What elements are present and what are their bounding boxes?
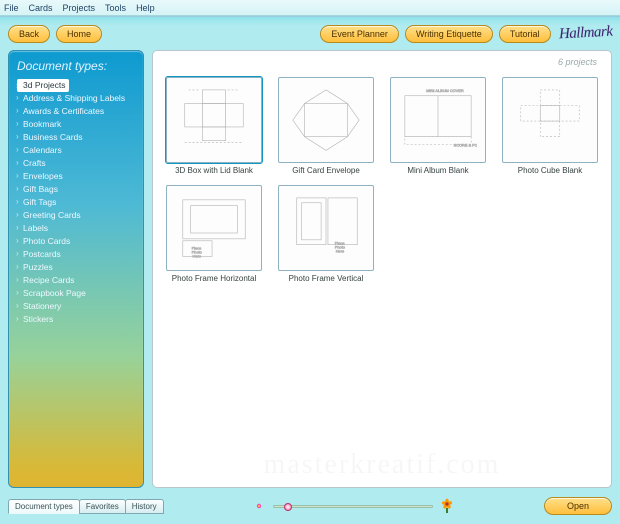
event-planner-button[interactable]: Event Planner bbox=[320, 25, 399, 43]
project-card[interactable]: 3D Box with Lid Blank bbox=[163, 77, 265, 175]
sidebar: Document types: 3d ProjectsAddress & Shi… bbox=[8, 50, 144, 488]
project-thumbnail[interactable]: MINI ALBUM COVER SCORE & FOLD bbox=[390, 77, 486, 163]
zoom-knob[interactable] bbox=[284, 503, 292, 511]
category-item[interactable]: Scrapbook Page bbox=[17, 287, 137, 300]
project-caption: 3D Box with Lid Blank bbox=[175, 166, 253, 175]
flower-large-icon bbox=[439, 498, 455, 514]
category-item[interactable]: Photo Cards bbox=[17, 235, 137, 248]
category-item[interactable]: Address & Shipping Labels bbox=[17, 92, 137, 105]
project-thumbnail[interactable] bbox=[166, 77, 262, 163]
bottom-tab[interactable]: Favorites bbox=[79, 499, 126, 514]
zoom-slider[interactable] bbox=[163, 498, 544, 514]
project-thumbnail[interactable]: Place Photo Here bbox=[278, 185, 374, 271]
category-list: 3d ProjectsAddress & Shipping LabelsAwar… bbox=[17, 79, 137, 326]
flower-small-icon bbox=[251, 498, 267, 514]
category-item[interactable]: Envelopes bbox=[17, 170, 137, 183]
open-button[interactable]: Open bbox=[544, 497, 612, 515]
category-item[interactable]: 3d Projects bbox=[17, 79, 69, 92]
project-caption: Mini Album Blank bbox=[407, 166, 468, 175]
category-item[interactable]: Business Cards bbox=[17, 131, 137, 144]
menu-bar: File Cards Projects Tools Help bbox=[0, 0, 620, 16]
sidebar-title: Document types: bbox=[17, 59, 137, 73]
content-panel: 6 projects 3D Box with Lid Blank Gift Ca… bbox=[152, 50, 612, 488]
tutorial-button[interactable]: Tutorial bbox=[499, 25, 551, 43]
project-card[interactable]: MINI ALBUM COVER SCORE & FOLD Mini Album… bbox=[387, 77, 489, 175]
category-item[interactable]: Bookmark bbox=[17, 118, 137, 131]
category-item[interactable]: Recipe Cards bbox=[17, 274, 137, 287]
category-item[interactable]: Stickers bbox=[17, 313, 137, 326]
svg-text:Here: Here bbox=[193, 253, 201, 258]
svg-text:SCORE & FOLD: SCORE & FOLD bbox=[454, 142, 477, 147]
project-card[interactable]: Photo Cube Blank bbox=[499, 77, 601, 175]
project-caption: Photo Frame Vertical bbox=[289, 274, 364, 283]
project-caption: Photo Frame Horizontal bbox=[172, 274, 256, 283]
category-item[interactable]: Labels bbox=[17, 222, 137, 235]
bottom-tab[interactable]: History bbox=[125, 499, 164, 514]
bottom-tab[interactable]: Document types bbox=[8, 499, 80, 514]
bottom-tabs: Document typesFavoritesHistory bbox=[8, 499, 163, 514]
menu-tools[interactable]: Tools bbox=[105, 3, 126, 13]
project-grid: 3D Box with Lid Blank Gift Card Envelope… bbox=[163, 77, 601, 283]
brand-logo: Hallmark bbox=[559, 26, 613, 43]
zoom-track[interactable] bbox=[273, 505, 433, 508]
category-item[interactable]: Crafts bbox=[17, 157, 137, 170]
project-card[interactable]: Place Photo Here Photo Frame Horizontal bbox=[163, 185, 265, 283]
category-item[interactable]: Postcards bbox=[17, 248, 137, 261]
svg-text:Here: Here bbox=[336, 249, 344, 254]
project-count: 6 projects bbox=[558, 57, 597, 67]
category-item[interactable]: Puzzles bbox=[17, 261, 137, 274]
top-toolbar: Back Home Event Planner Writing Etiquett… bbox=[0, 17, 620, 51]
category-item[interactable]: Gift Tags bbox=[17, 196, 137, 209]
project-thumbnail[interactable] bbox=[502, 77, 598, 163]
category-item[interactable]: Calendars bbox=[17, 144, 137, 157]
project-caption: Gift Card Envelope bbox=[292, 166, 360, 175]
project-card[interactable]: Place Photo Here Photo Frame Vertical bbox=[275, 185, 377, 283]
category-item[interactable]: Stationery bbox=[17, 300, 137, 313]
project-card[interactable]: Gift Card Envelope bbox=[275, 77, 377, 175]
svg-text:MINI ALBUM COVER: MINI ALBUM COVER bbox=[426, 88, 464, 93]
project-caption: Photo Cube Blank bbox=[518, 166, 583, 175]
menu-file[interactable]: File bbox=[4, 3, 19, 13]
project-thumbnail[interactable]: Place Photo Here bbox=[166, 185, 262, 271]
project-thumbnail[interactable] bbox=[278, 77, 374, 163]
menu-projects[interactable]: Projects bbox=[63, 3, 96, 13]
writing-etiquette-button[interactable]: Writing Etiquette bbox=[405, 25, 493, 43]
home-button[interactable]: Home bbox=[56, 25, 102, 43]
menu-help[interactable]: Help bbox=[136, 3, 155, 13]
back-button[interactable]: Back bbox=[8, 25, 50, 43]
menu-cards[interactable]: Cards bbox=[29, 3, 53, 13]
watermark-text: masterkreatif.com bbox=[153, 449, 611, 481]
category-item[interactable]: Awards & Certificates bbox=[17, 105, 137, 118]
category-item[interactable]: Gift Bags bbox=[17, 183, 137, 196]
category-item[interactable]: Greeting Cards bbox=[17, 209, 137, 222]
bottom-bar: Document typesFavoritesHistory Open bbox=[8, 494, 612, 518]
